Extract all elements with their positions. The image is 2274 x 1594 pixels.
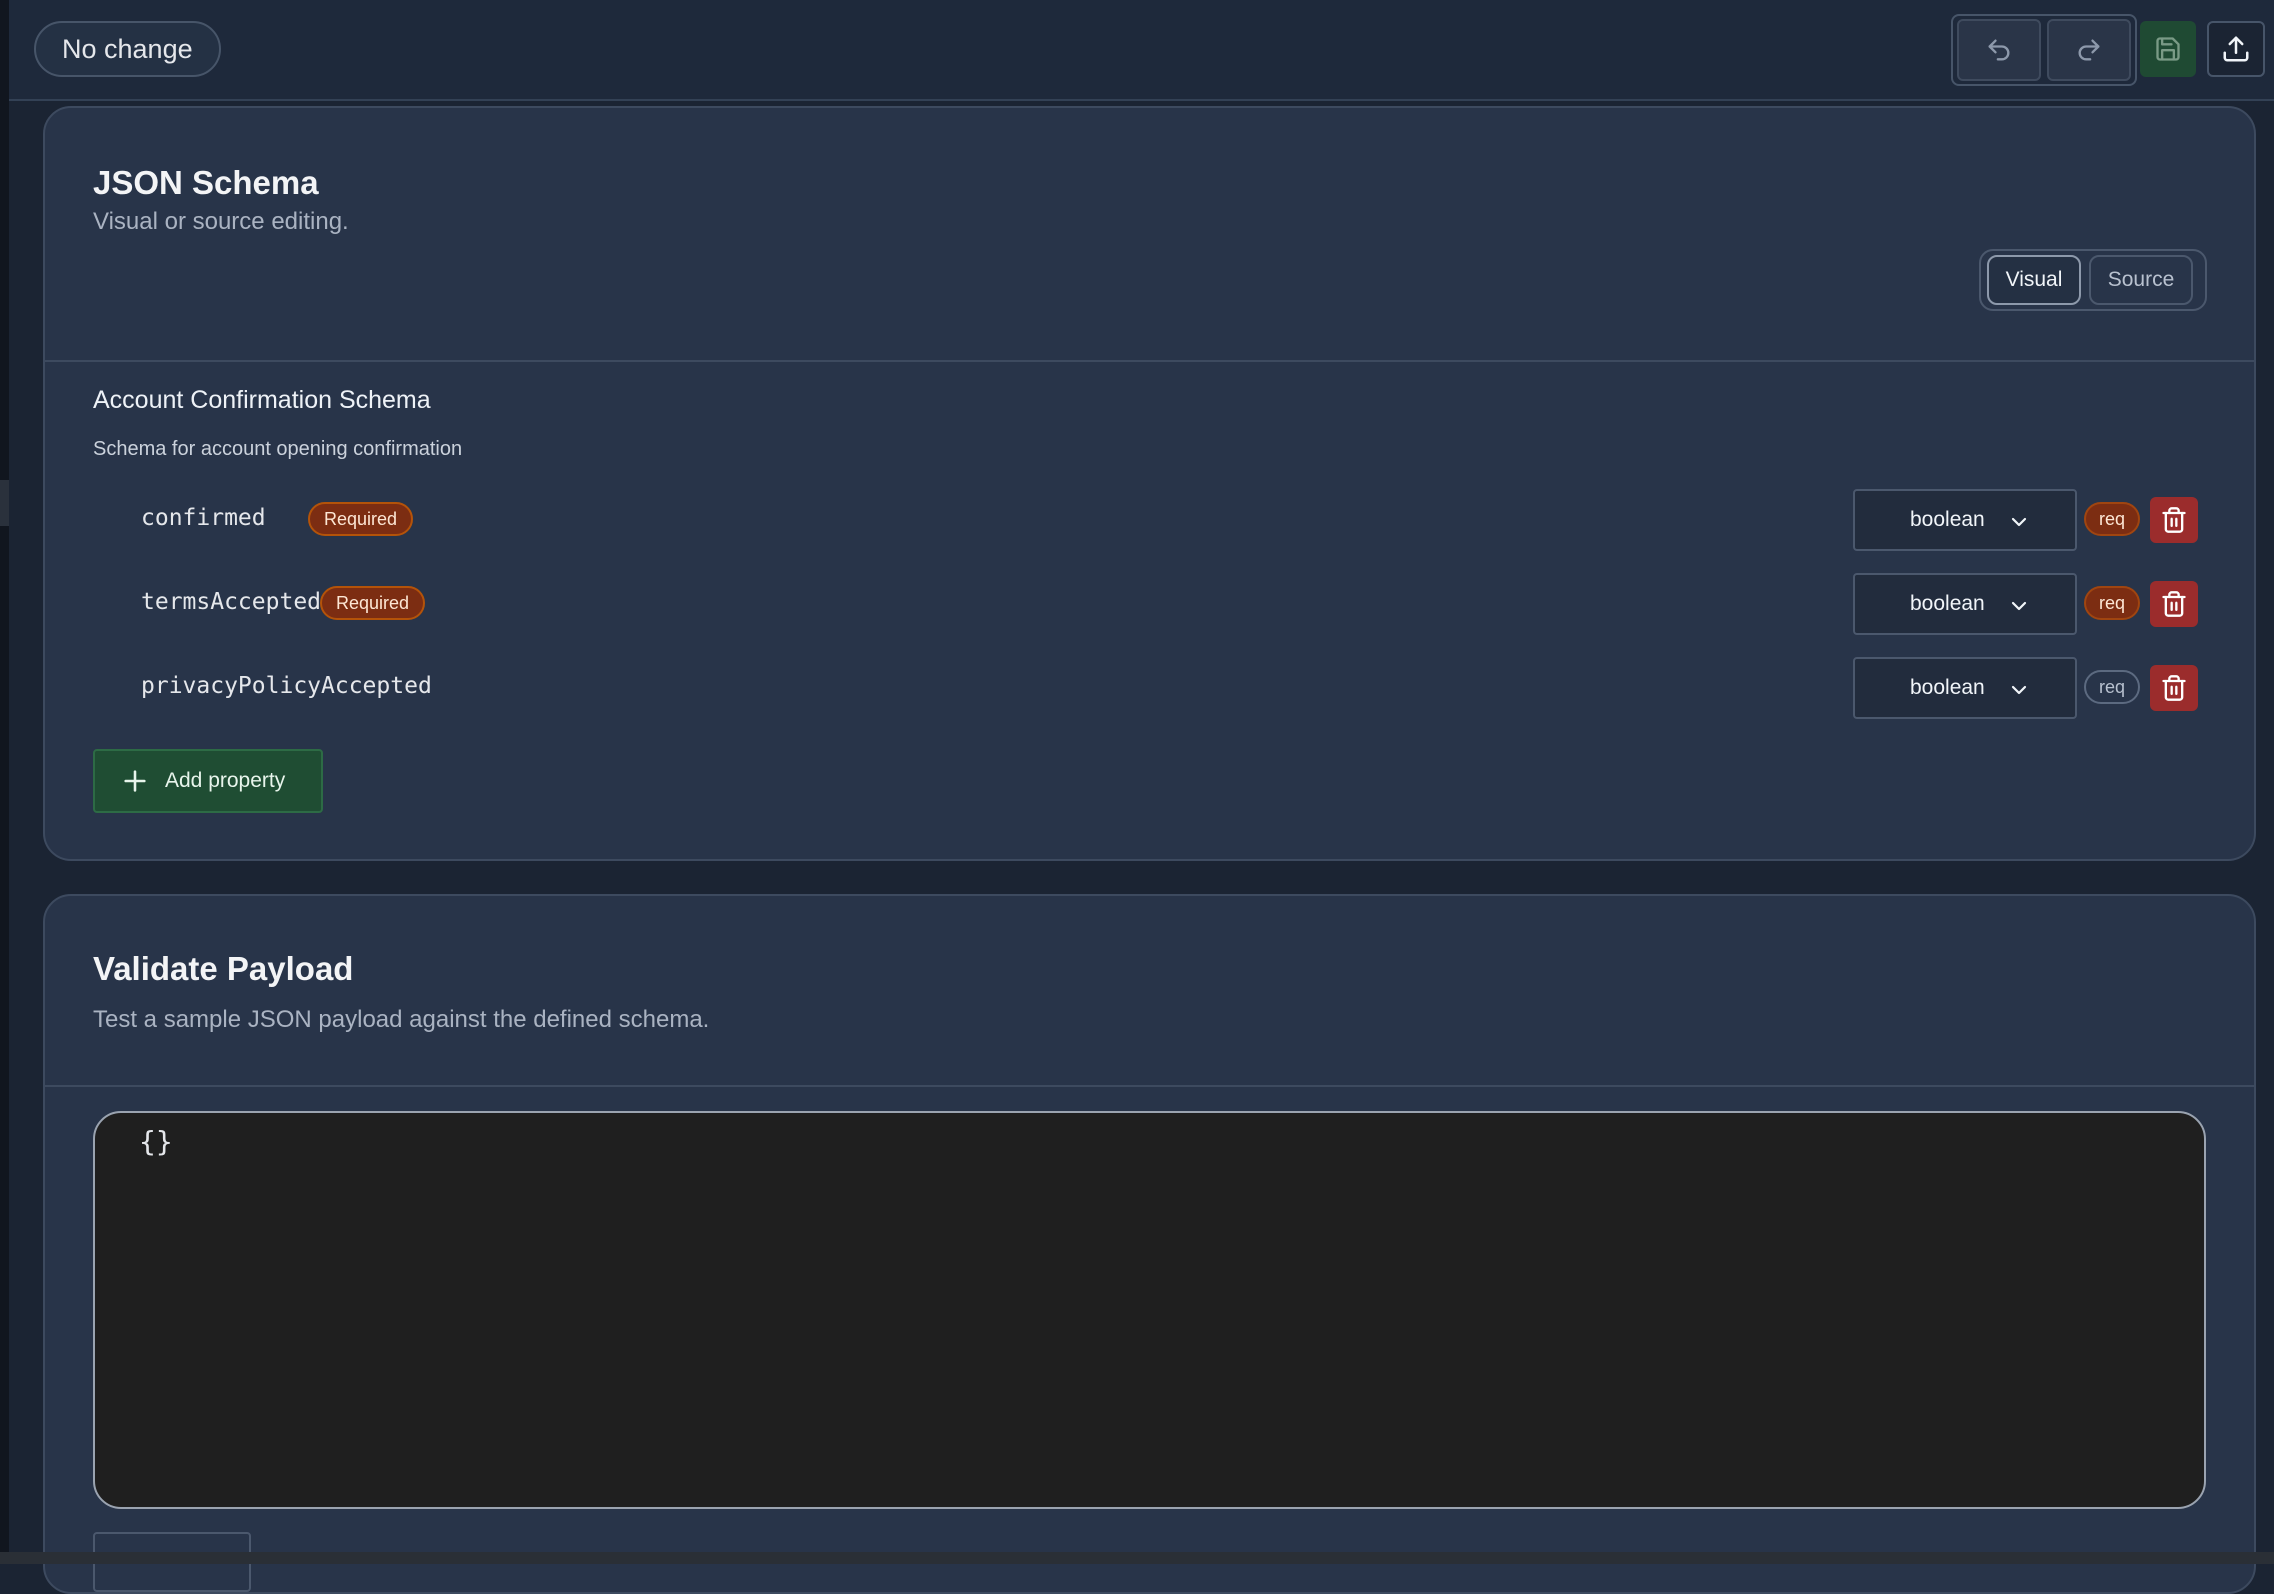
source-mode-button[interactable]: Source [2089,255,2193,305]
type-select-value: boolean [1910,676,1985,699]
validate-payload-subtitle: Test a sample JSON payload against the d… [93,1006,710,1033]
validate-payload-card: Validate Payload Test a sample JSON payl… [43,894,2256,1594]
add-property-label: Add property [165,769,286,792]
trash-icon [2162,675,2186,701]
property-row: termsAccepted Required boolean req [45,573,2254,635]
undo-icon [1988,39,2010,61]
left-edge-strip [0,0,9,1564]
delete-property-button[interactable] [2150,665,2198,711]
type-select[interactable]: boolean [1853,657,2077,719]
editor-mode-toggle: Visual Source [1979,249,2207,311]
json-schema-title: JSON Schema [93,164,319,201]
type-select[interactable]: boolean [1853,489,2077,551]
property-name[interactable]: termsAccepted [141,589,321,615]
left-edge-marker [0,480,9,526]
delete-property-button[interactable] [2150,497,2198,543]
payload-editor-content: {} [139,1125,173,1158]
trash-icon [2162,507,2186,533]
top-toolbar: No change [9,0,2274,101]
schema-title: Account Confirmation Schema [93,386,431,414]
change-status-pill: No change [34,21,221,77]
save-button[interactable] [2140,21,2196,77]
required-toggle[interactable]: req [2084,502,2140,536]
payload-editor[interactable]: {} [93,1111,2206,1509]
type-select-value: boolean [1910,592,1985,615]
schema-card-divider [45,360,2254,362]
redo-icon [2078,39,2100,61]
json-schema-card: JSON Schema Visual or source editing. Vi… [43,106,2256,861]
save-icon [2156,37,2180,61]
property-row: confirmed Required boolean req [45,489,2254,551]
upload-icon [2223,36,2249,62]
plus-icon [124,770,146,792]
property-name[interactable]: confirmed [141,505,266,531]
property-row: privacyPolicyAccepted boolean req [45,657,2254,719]
validate-payload-title: Validate Payload [93,950,354,987]
export-button[interactable] [2207,21,2265,77]
delete-property-button[interactable] [2150,581,2198,627]
json-schema-subtitle: Visual or source editing. [93,208,349,235]
required-badge: Required [308,502,414,536]
redo-button[interactable] [2047,19,2131,81]
type-select[interactable]: boolean [1853,573,2077,635]
visual-mode-button[interactable]: Visual [1987,255,2081,305]
bottom-edge-strip [0,1552,2274,1564]
required-toggle[interactable]: req [2084,586,2140,620]
add-property-button[interactable]: Add property [93,749,323,813]
validate-card-divider [45,1085,2254,1087]
history-button-group [1951,14,2137,86]
trash-icon [2162,591,2186,617]
schema-description: Schema for account opening confirmation [93,438,463,460]
required-toggle[interactable]: req [2084,670,2140,704]
type-select-value: boolean [1910,508,1985,531]
undo-button[interactable] [1957,19,2041,81]
property-name[interactable]: privacyPolicyAccepted [141,673,432,699]
required-badge: Required [320,586,426,620]
chevron-down-icon [2011,601,2027,611]
chevron-down-icon [2011,517,2027,527]
chevron-down-icon [2011,685,2027,695]
